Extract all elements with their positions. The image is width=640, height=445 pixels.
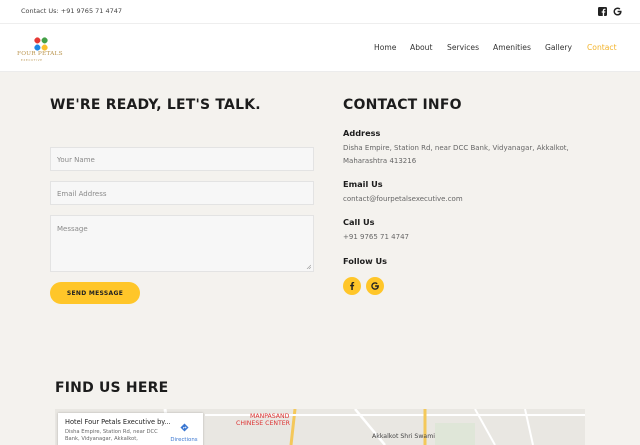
google-icon — [371, 282, 379, 290]
facebook-square-icon[interactable] — [598, 7, 607, 16]
nav-item-home[interactable]: Home — [374, 43, 396, 52]
email-link[interactable]: contact@fourpetalsexecutive.com — [343, 193, 463, 206]
address-line-2: Maharashtra 413216 — [343, 157, 417, 165]
email-input[interactable]: Email Address — [50, 181, 314, 205]
topbar-social-links — [598, 7, 622, 16]
follow-label: Follow Us — [343, 256, 388, 266]
nav-item-services[interactable]: Services — [447, 43, 479, 52]
nav-item-amenities[interactable]: Amenities — [493, 43, 531, 52]
google-button[interactable] — [366, 277, 384, 295]
phone-link[interactable]: +91 9765 71 4747 — [343, 231, 409, 244]
find-us-heading: FIND US HERE — [55, 380, 169, 396]
nav-item-contact[interactable]: Contact — [587, 43, 617, 52]
google-map[interactable]: MANPASAND CHINESE CENTER Akkalkot Shri S… — [55, 409, 585, 445]
message-placeholder: Message — [57, 225, 88, 233]
brand-tagline: EXECUTIVE — [21, 59, 43, 62]
google-icon[interactable] — [613, 7, 622, 16]
map-label-chinese: CHINESE CENTER — [236, 420, 290, 427]
top-bar: Contact Us: +91 9765 71 4747 — [0, 0, 640, 24]
map-label-manpasand: MANPASAND — [250, 413, 290, 420]
brand-name: FOUR PETALS — [17, 51, 63, 57]
address-label: Address — [343, 128, 381, 138]
four-petals-logo-icon — [34, 37, 48, 51]
nav-item-about[interactable]: About — [410, 43, 432, 52]
topbar-contact-text: Contact Us: +91 9765 71 4747 — [21, 7, 123, 15]
facebook-button[interactable] — [343, 277, 361, 295]
email-label: Email Us — [343, 179, 383, 189]
directions-icon — [179, 423, 189, 432]
address-line-1: Disha Empire, Station Rd, near DCC Bank,… — [343, 144, 569, 152]
map-directions-label: Directions — [170, 437, 198, 443]
map-place-address: Disha Empire, Station Rd, near DCC Bank,… — [65, 429, 158, 442]
nav-item-gallery[interactable]: Gallery — [545, 43, 572, 52]
main-navbar: FOUR PETALS EXECUTIVE Home About Service… — [0, 24, 640, 72]
send-message-button[interactable]: SEND MESSAGE — [50, 282, 140, 304]
resize-grip-icon[interactable] — [306, 264, 311, 269]
contact-info-heading: CONTACT INFO — [343, 97, 462, 113]
map-place-name[interactable]: Hotel Four Petals Executive by... — [65, 418, 171, 426]
call-label: Call Us — [343, 217, 375, 227]
form-heading: WE'RE READY, LET'S TALK. — [50, 97, 261, 113]
map-directions-button[interactable]: Directions — [169, 417, 199, 443]
facebook-icon — [350, 282, 355, 290]
map-label-swami: Akkalkot Shri Swami — [372, 433, 435, 440]
message-textarea[interactable]: Message — [50, 215, 314, 272]
map-place-card: Hotel Four Petals Executive by... Disha … — [58, 413, 203, 445]
name-input[interactable]: Your Name — [50, 147, 314, 171]
